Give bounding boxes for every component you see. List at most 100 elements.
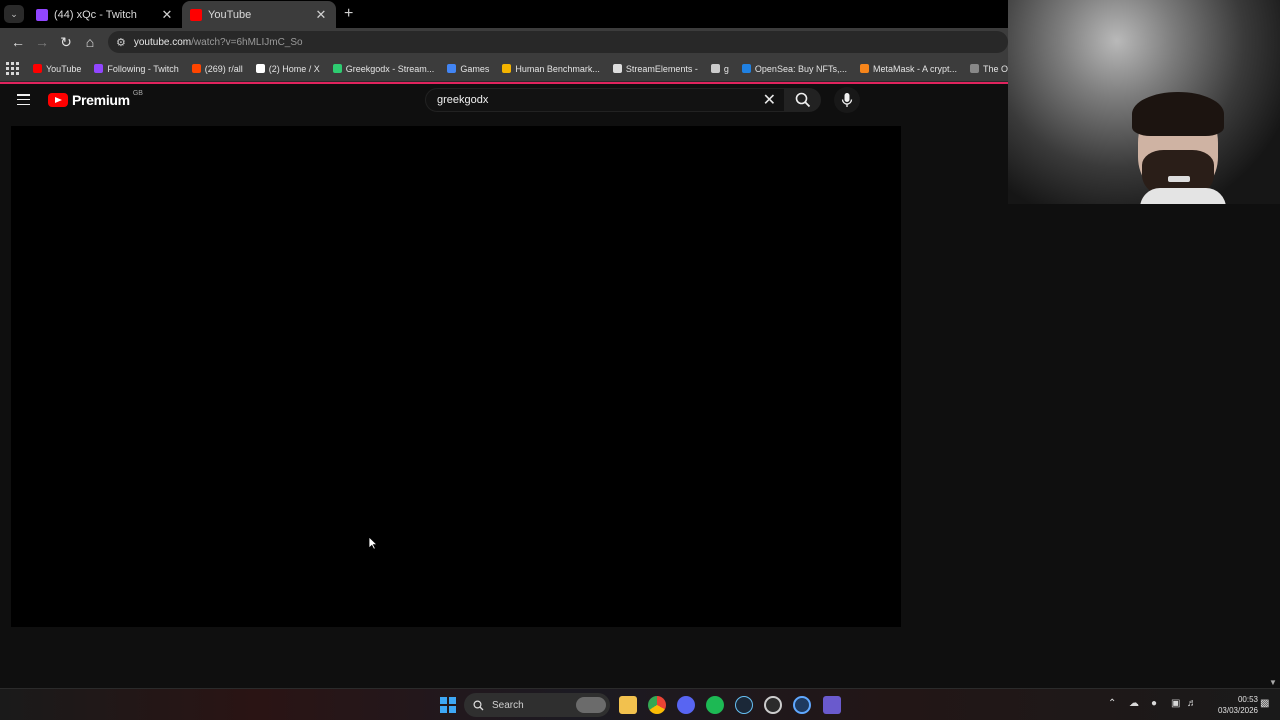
bookmark-label: Games [460, 63, 490, 74]
system-clock[interactable]: 00:53 03/03/2026 [1202, 694, 1258, 716]
spotify-icon[interactable] [706, 696, 724, 714]
video-player[interactable] [11, 126, 901, 627]
app-grid-icon[interactable] [823, 696, 841, 714]
home-icon[interactable]: ⌂ [78, 30, 102, 54]
webcam-shirt [1140, 188, 1226, 204]
search-button[interactable] [785, 88, 821, 112]
search-highlight-icon [576, 697, 606, 713]
tab-search-icon[interactable]: ⌄ [4, 5, 24, 23]
bookmark-favicon-icon [191, 64, 201, 73]
chrome-icon[interactable] [648, 696, 666, 714]
url-path: /watch?v=6hMLIJmC_So [191, 36, 303, 48]
bookmark-item[interactable]: (269) r/all [191, 63, 243, 74]
bookmark-favicon-icon [33, 64, 42, 73]
webcam-hair [1132, 92, 1224, 136]
bookmark-item[interactable]: Following - Twitch [94, 63, 179, 74]
windows-start-icon[interactable] [440, 697, 456, 713]
bookmark-label: OpenSea: Buy NFTs,... [754, 63, 847, 74]
tab-close-icon[interactable]: ✕ [314, 7, 328, 23]
clock-date: 03/03/2026 [1217, 706, 1258, 715]
onedrive-icon[interactable]: ☁ [1129, 698, 1139, 709]
bookmark-favicon-icon [741, 64, 751, 73]
bookmark-favicon-icon [970, 64, 979, 73]
bookmark-label: YouTube [46, 63, 82, 74]
webcam-mouth [1168, 176, 1190, 182]
twitch-favicon-icon [36, 8, 48, 21]
bookmark-item[interactable]: YouTube [33, 64, 81, 74]
menu-icon[interactable] [17, 94, 30, 105]
browser-toolbar: ← → ↻ ⌂ ⚙ youtube.com/watch?v=6hMLIJmC_S… [0, 28, 1008, 56]
site-info-icon[interactable]: ⚙ [116, 36, 126, 49]
bookmark-label: StreamElements - [625, 63, 698, 74]
youtube-play-icon [48, 93, 68, 107]
reload-icon[interactable]: ↻ [54, 30, 78, 54]
bookmark-label: g [723, 63, 729, 74]
youtube-logo[interactable]: Premium GB [48, 89, 143, 108]
bookmark-item[interactable]: OpenSea: Buy NFTs,... [741, 63, 847, 74]
bookmark-favicon-icon [710, 64, 720, 73]
tab-close-icon[interactable]: ✕ [160, 7, 174, 23]
show-hidden-icons-icon[interactable]: ⌃ [1108, 698, 1116, 709]
bookmark-item[interactable]: Games [447, 64, 489, 74]
bookmark-label: Following - Twitch [107, 63, 179, 74]
bookmark-item[interactable]: (2) Home / X [255, 63, 320, 74]
taskbar-search-label: Search [492, 699, 524, 711]
bookmark-favicon-icon [94, 64, 104, 73]
bookmark-label: (269) r/all [204, 63, 243, 74]
bookmark-favicon-icon [612, 64, 622, 73]
logo-text: Premium [72, 92, 130, 108]
network-icon[interactable]: ▣ [1171, 698, 1180, 709]
bookmark-item[interactable]: Human Benchmark... [502, 64, 600, 74]
windows-taskbar: Search ⌃ ☁ ● ▣ ♬ 00:53 03/03/2026 ▩ [0, 688, 1280, 720]
steam-icon[interactable] [735, 696, 753, 714]
webcam-overlay [1008, 0, 1280, 204]
region-code: GB [132, 89, 143, 97]
youtube-header: Premium GB ✕ [0, 84, 1008, 116]
tab-strip: ⌄ (44) xQc - Twitch ✕ YouTube ✕ + [0, 0, 1008, 28]
obs-icon[interactable] [764, 696, 782, 714]
bookmark-label: Greekgodx - Stream... [345, 63, 435, 74]
scroll-down-arrow-icon[interactable]: ▼ [1269, 678, 1277, 687]
microphone-icon[interactable]: ● [1151, 698, 1157, 709]
url-host: youtube.com [133, 36, 192, 48]
clear-search-icon[interactable]: ✕ [763, 90, 776, 110]
volume-icon[interactable]: ♬ [1187, 698, 1197, 709]
mouse-cursor-icon [368, 536, 378, 550]
search-icon [473, 699, 484, 710]
bookmark-favicon-icon [255, 64, 265, 73]
bookmark-label: (2) Home / X [268, 63, 320, 74]
search-icon [795, 92, 811, 108]
apps-grid-icon[interactable] [6, 61, 19, 76]
back-arrow-icon[interactable]: ← [6, 30, 30, 54]
tab-youtube[interactable]: YouTube ✕ [182, 1, 336, 28]
browser-window: ⌄ (44) xQc - Twitch ✕ YouTube ✕ + ← → ↻ … [0, 0, 1072, 84]
bookmarks-bar: YouTube Following - Twitch (269) r/all (2) … [0, 56, 1072, 82]
bookmark-favicon-icon [859, 64, 869, 73]
bookmark-favicon-icon [332, 64, 342, 73]
search-box: ✕ [425, 88, 785, 112]
clock-time: 00:53 [1237, 695, 1258, 704]
new-tab-icon[interactable]: + [344, 5, 353, 23]
address-bar[interactable]: ⚙ youtube.com/watch?v=6hMLIJmC_So [108, 31, 1008, 53]
discord-icon[interactable] [677, 696, 695, 714]
bookmark-item[interactable]: g [710, 63, 729, 74]
notification-bell-icon[interactable]: ▩ [1260, 698, 1269, 709]
forward-arrow-icon[interactable]: → [30, 30, 54, 54]
microphone-icon [841, 93, 853, 107]
bookmark-item[interactable]: Greekgodx - Stream... [332, 63, 435, 74]
bookmark-item[interactable]: StreamElements - [612, 63, 698, 74]
ccleaner-icon[interactable] [793, 696, 811, 714]
youtube-favicon-icon [190, 8, 202, 21]
voice-search-button[interactable] [834, 87, 860, 113]
tab-title: YouTube [208, 8, 252, 21]
bookmark-label: MetaMask - A crypt... [872, 63, 957, 74]
tab-twitch[interactable]: (44) xQc - Twitch ✕ [28, 1, 182, 28]
file-explorer-icon[interactable] [619, 696, 637, 714]
taskbar-search[interactable]: Search [464, 693, 610, 717]
bookmark-label: Human Benchmark... [515, 63, 600, 74]
tab-title: (44) xQc - Twitch [54, 8, 137, 21]
bookmark-favicon-icon [447, 64, 457, 73]
search-input[interactable] [435, 93, 755, 107]
bookmark-item[interactable]: MetaMask - A crypt... [859, 63, 957, 74]
bookmark-favicon-icon [502, 64, 512, 73]
